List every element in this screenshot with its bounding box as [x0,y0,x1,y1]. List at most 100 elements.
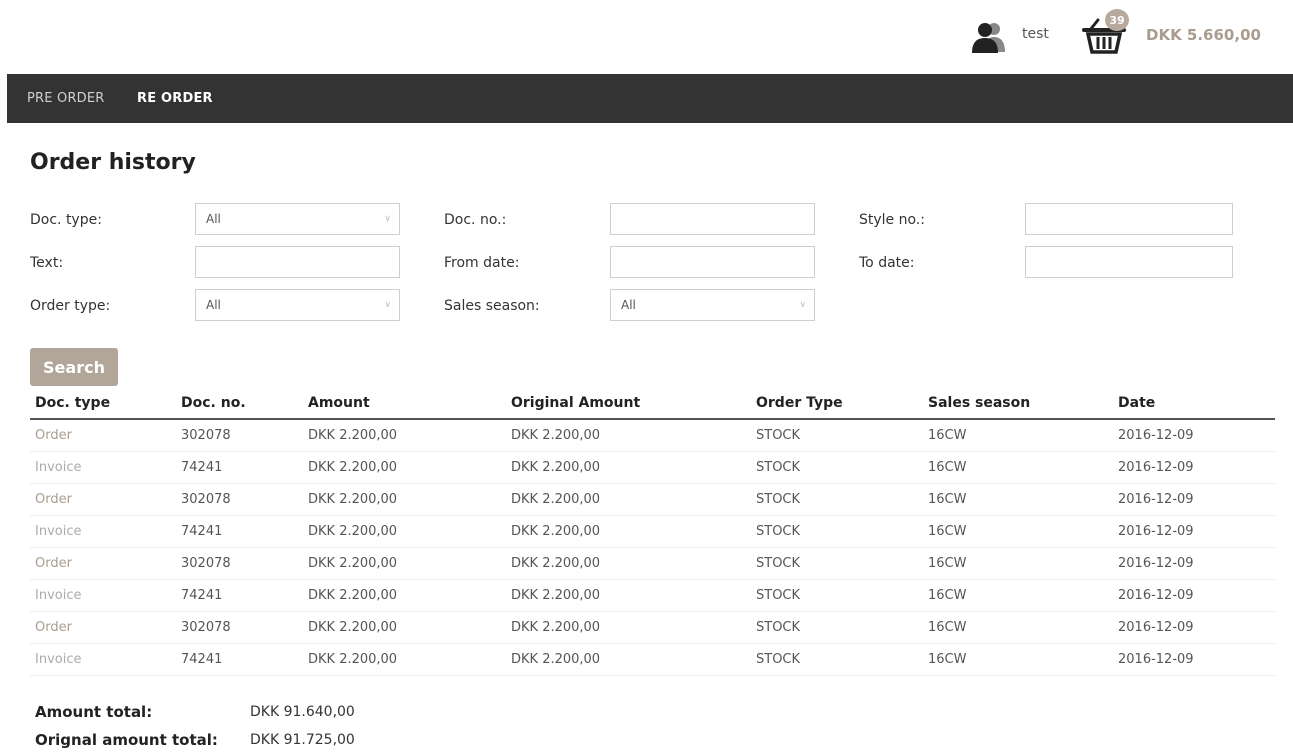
table-header-row: Doc. type Doc. no. Amount Original Amoun… [30,388,1275,420]
cell-sales-season: 16CW [923,451,1113,484]
table-row[interactable]: Order 302078 DKK 2.200,00 DKK 2.200,00 STOCK… [30,483,1275,516]
table-row[interactable]: Order 302078 DKK 2.200,00 DKK 2.200,00 STOCK… [30,419,1275,452]
cell-original-amount: DKK 2.200,00 [506,579,751,612]
cell-doc-type[interactable]: Invoice [30,451,176,484]
cell-original-amount: DKK 2.200,00 [506,643,751,676]
top-header: test 39 DKK 5.660,00 [0,0,1293,74]
cell-doc-no: 302078 [176,611,303,644]
cart-total[interactable]: DKK 5.660,00 [1146,26,1261,44]
cell-doc-type[interactable]: Invoice [30,579,176,612]
sales-season-select[interactable]: All ∨ [610,289,815,321]
cell-doc-no: 74241 [176,579,303,612]
cell-amount: DKK 2.200,00 [303,547,506,580]
table-row[interactable]: Order 302078 DKK 2.200,00 DKK 2.200,00 STOCK… [30,611,1275,644]
nav-pre-order[interactable]: PRE ORDER [27,91,105,106]
table-row[interactable]: Invoice 74241 DKK 2.200,00 DKK 2.200,00 STOC… [30,451,1275,484]
cell-amount: DKK 2.200,00 [303,611,506,644]
doc-type-label: Doc. type: [30,212,102,228]
cell-order-type: STOCK [751,419,923,452]
text-label: Text: [30,255,64,271]
original-amount-total-value: DKK 91.725,00 [250,732,355,748]
original-amount-total-label: Orignal amount total: [35,731,218,749]
column-header-order-type[interactable]: Order Type [751,388,923,420]
nav-re-order[interactable]: RE ORDER [137,91,213,106]
cell-amount: DKK 2.200,00 [303,451,506,484]
order-type-select[interactable]: All ∨ [195,289,400,321]
cart-count-badge: 39 [1105,9,1129,31]
style-no-input[interactable] [1025,203,1233,235]
cell-order-type: STOCK [751,579,923,612]
cell-order-type: STOCK [751,611,923,644]
cell-order-type: STOCK [751,547,923,580]
cell-date: 2016-12-09 [1113,483,1275,516]
cell-doc-type[interactable]: Invoice [30,643,176,676]
cell-doc-type[interactable]: Order [30,611,176,644]
cell-amount: DKK 2.200,00 [303,419,506,452]
cell-sales-season: 16CW [923,515,1113,548]
from-date-input[interactable] [610,246,815,278]
amount-total-label: Amount total: [35,703,153,721]
text-input[interactable] [195,246,400,278]
cell-amount: DKK 2.200,00 [303,483,506,516]
table-row[interactable]: Invoice 74241 DKK 2.200,00 DKK 2.200,00 STOC… [30,515,1275,548]
cell-doc-no: 74241 [176,451,303,484]
sales-season-value: All [621,298,636,312]
cell-sales-season: 16CW [923,579,1113,612]
cell-order-type: STOCK [751,451,923,484]
cell-amount: DKK 2.200,00 [303,515,506,548]
cell-date: 2016-12-09 [1113,547,1275,580]
cell-original-amount: DKK 2.200,00 [506,611,751,644]
user-name[interactable]: test [1022,26,1049,42]
column-header-doc-no[interactable]: Doc. no. [176,388,303,420]
cell-doc-type[interactable]: Order [30,419,176,452]
cell-doc-type[interactable]: Invoice [30,515,176,548]
cell-amount: DKK 2.200,00 [303,579,506,612]
cell-order-type: STOCK [751,643,923,676]
cell-doc-no: 302078 [176,547,303,580]
cell-sales-season: 16CW [923,611,1113,644]
cell-sales-season: 16CW [923,483,1113,516]
cell-order-type: STOCK [751,483,923,516]
table-row[interactable]: Invoice 74241 DKK 2.200,00 DKK 2.200,00 STOC… [30,579,1275,612]
column-header-original-amount[interactable]: Original Amount [506,388,751,420]
cell-original-amount: DKK 2.200,00 [506,451,751,484]
chevron-down-icon: ∨ [384,300,391,310]
cell-doc-type[interactable]: Order [30,483,176,516]
chevron-down-icon: ∨ [799,300,806,310]
cell-date: 2016-12-09 [1113,579,1275,612]
order-type-value: All [206,298,221,312]
column-header-sales-season[interactable]: Sales season [923,388,1113,420]
order-type-label: Order type: [30,298,111,314]
doc-no-label: Doc. no.: [444,212,507,228]
doc-no-input[interactable] [610,203,815,235]
cell-order-type: STOCK [751,515,923,548]
page-title: Order history [30,150,196,175]
style-no-label: Style no.: [859,212,925,228]
search-button[interactable]: Search [30,348,118,386]
main-nav: PRE ORDER RE ORDER [7,74,1293,123]
cell-original-amount: DKK 2.200,00 [506,483,751,516]
to-date-input[interactable] [1025,246,1233,278]
column-header-doc-type[interactable]: Doc. type [30,388,176,420]
cell-date: 2016-12-09 [1113,419,1275,452]
cell-doc-type[interactable]: Order [30,547,176,580]
column-header-date[interactable]: Date [1113,388,1275,420]
from-date-label: From date: [444,255,520,271]
cell-doc-no: 302078 [176,483,303,516]
table-row[interactable]: Order 302078 DKK 2.200,00 DKK 2.200,00 STOCK… [30,547,1275,580]
cell-doc-no: 74241 [176,643,303,676]
doc-type-select[interactable]: All ∨ [195,203,400,235]
orders-table: Doc. type Doc. no. Amount Original Amoun… [30,388,1275,676]
cell-original-amount: DKK 2.200,00 [506,515,751,548]
cell-sales-season: 16CW [923,643,1113,676]
table-row[interactable]: Invoice 74241 DKK 2.200,00 DKK 2.200,00 STOC… [30,643,1275,676]
column-header-amount[interactable]: Amount [303,388,506,420]
cell-doc-no: 74241 [176,515,303,548]
cell-original-amount: DKK 2.200,00 [506,419,751,452]
cell-date: 2016-12-09 [1113,515,1275,548]
cell-original-amount: DKK 2.200,00 [506,547,751,580]
cell-date: 2016-12-09 [1113,611,1275,644]
to-date-label: To date: [859,255,915,271]
chevron-down-icon: ∨ [384,214,391,224]
user-group-icon[interactable] [970,20,1008,54]
